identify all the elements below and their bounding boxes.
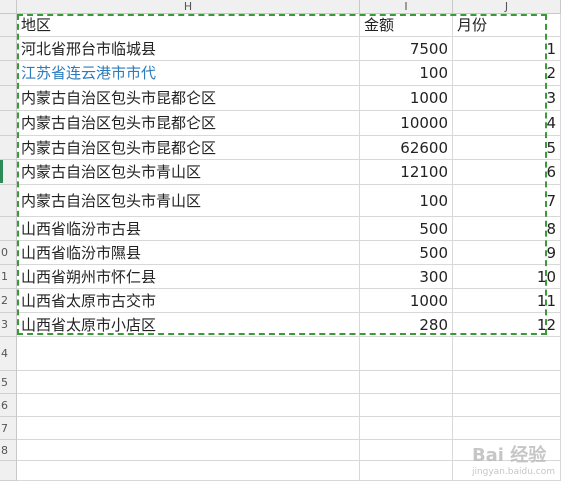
region-cell[interactable]: 山西省临汾市隰县 [17,241,360,265]
row-header[interactable] [0,217,17,241]
month-cell[interactable]: 11 [453,289,561,313]
amount-cell[interactable]: 500 [360,241,453,265]
row-header[interactable] [0,111,17,136]
amount-cell[interactable]: 100 [360,185,453,217]
month-cell[interactable]: 1 [453,37,561,61]
empty-cell[interactable] [453,417,561,440]
watermark-main: Bai 经验 [471,445,547,466]
empty-cell[interactable] [360,417,453,440]
column-header-j[interactable]: J [453,0,561,14]
row-header[interactable]: 6 [0,394,17,417]
month-cell[interactable]: 2 [453,61,561,86]
row-header[interactable]: 0 [0,241,17,265]
amount-cell[interactable]: 62600 [360,136,453,160]
row-header[interactable] [0,61,17,86]
amount-cell[interactable]: 12100 [360,160,453,185]
month-cell[interactable]: 6 [453,160,561,185]
region-cell[interactable]: 内蒙古自治区包头市昆都仑区 [17,86,360,111]
empty-cell[interactable] [17,371,360,394]
row-header[interactable] [0,86,17,111]
month-cell[interactable]: 5 [453,136,561,160]
empty-cell[interactable] [453,394,561,417]
region-cell[interactable]: 内蒙古自治区包头市昆都仑区 [17,111,360,136]
amount-cell[interactable]: 7500 [360,37,453,61]
empty-cell[interactable] [360,394,453,417]
region-cell[interactable]: 内蒙古自治区包头市青山区 [17,160,360,185]
empty-cell[interactable] [360,461,453,481]
empty-cell[interactable] [453,371,561,394]
row-header[interactable] [0,14,17,37]
region-cell[interactable]: 江苏省连云港市市代 [17,61,360,86]
row-header[interactable]: 2 [0,289,17,313]
row-header[interactable]: 3 [0,313,17,337]
amount-cell[interactable]: 100 [360,61,453,86]
empty-cell[interactable] [17,394,360,417]
empty-cell[interactable] [360,440,453,461]
row-header[interactable] [0,136,17,160]
row-header[interactable] [0,37,17,61]
region-cell[interactable]: 山西省太原市小店区 [17,313,360,337]
empty-cell[interactable] [17,337,360,371]
row-header[interactable] [0,461,17,481]
month-cell[interactable]: 3 [453,86,561,111]
row-header[interactable] [0,185,17,217]
select-all-corner[interactable] [0,0,17,14]
region-cell[interactable]: 山西省朔州市怀仁县 [17,265,360,289]
baidu-watermark: Bai 经验 jingyan.baidu.com [472,441,555,477]
region-cell[interactable]: 河北省邢台市临城县 [17,37,360,61]
amount-cell[interactable]: 1000 [360,86,453,111]
watermark-sub: jingyan.baidu.com [471,467,555,477]
empty-cell[interactable] [17,417,360,440]
empty-cell[interactable] [17,440,360,461]
row-header[interactable]: 7 [0,417,17,440]
column-header-i[interactable]: I [360,0,453,14]
month-cell[interactable]: 9 [453,241,561,265]
region-cell[interactable]: 山西省临汾市古县 [17,217,360,241]
month-cell[interactable]: 12 [453,313,561,337]
empty-cell[interactable] [17,461,360,481]
month-cell[interactable]: 7 [453,185,561,217]
header-cell-amount[interactable]: 金额 [360,14,453,37]
column-header-h[interactable]: H [17,0,360,14]
empty-cell[interactable] [360,337,453,371]
header-cell-region[interactable]: 地区 [17,14,360,37]
row-header[interactable]: 4 [0,337,17,371]
amount-cell[interactable]: 10000 [360,111,453,136]
region-cell[interactable]: 内蒙古自治区包头市青山区 [17,185,360,217]
amount-cell[interactable]: 1000 [360,289,453,313]
month-cell[interactable]: 8 [453,217,561,241]
region-cell[interactable]: 山西省太原市古交市 [17,289,360,313]
row-header[interactable]: 5 [0,371,17,394]
spreadsheet-grid[interactable]: H I J 地区 金额 月份 河北省邢台市临城县 7500 1 江苏省连云港市市代 100 2 内… [0,0,561,481]
amount-cell[interactable]: 300 [360,265,453,289]
empty-cell[interactable] [360,371,453,394]
amount-cell[interactable]: 280 [360,313,453,337]
empty-cell[interactable] [453,337,561,371]
row-header[interactable]: 1 [0,265,17,289]
amount-cell[interactable]: 500 [360,217,453,241]
row-header[interactable]: 8 [0,440,17,461]
active-row-indicator [0,160,3,183]
month-cell[interactable]: 10 [453,265,561,289]
header-cell-month[interactable]: 月份 [453,14,561,37]
region-cell[interactable]: 内蒙古自治区包头市昆都仑区 [17,136,360,160]
month-cell[interactable]: 4 [453,111,561,136]
